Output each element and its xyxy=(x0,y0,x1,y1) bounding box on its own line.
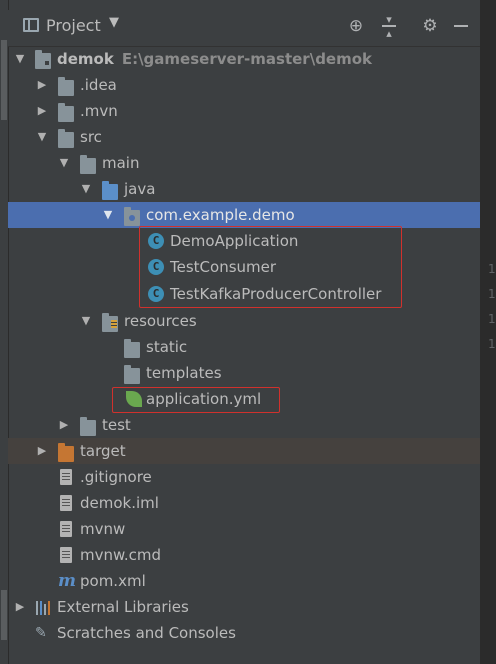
node-label: test xyxy=(102,416,131,434)
tree-node-src[interactable]: ▼ src xyxy=(8,124,480,150)
root-name: demok xyxy=(57,50,114,68)
locate-icon[interactable]: ⊕ xyxy=(344,14,368,38)
node-label: resources xyxy=(124,312,197,330)
node-label: Scratches and Consoles xyxy=(57,624,236,642)
tree-node-demok-iml[interactable]: demok.iml xyxy=(8,490,480,516)
node-label: pom.xml xyxy=(80,572,146,590)
project-panel-icon xyxy=(23,18,39,32)
tree-node-mvnw[interactable]: mvnw xyxy=(8,516,480,542)
node-label: demok.iml xyxy=(80,494,159,512)
tree-node-external-libraries[interactable]: ▶ External Libraries xyxy=(8,594,480,620)
expand-arrow-icon[interactable]: ▼ xyxy=(58,150,70,176)
node-label: java xyxy=(124,180,156,198)
line-number: 1 xyxy=(488,262,496,276)
collapsed-arrow-icon[interactable]: ▶ xyxy=(58,412,70,438)
file-icon xyxy=(60,521,72,537)
tree-node-resources[interactable]: ▼ resources xyxy=(8,308,480,334)
node-label: mvnw xyxy=(80,520,126,538)
line-number: 1 xyxy=(488,287,496,301)
expand-arrow-icon[interactable]: ▼ xyxy=(36,124,48,150)
node-label: src xyxy=(80,128,102,146)
resources-folder-icon xyxy=(102,313,118,332)
view-mode-dropdown[interactable]: ▼ xyxy=(109,15,119,30)
node-label: main xyxy=(102,154,140,172)
library-icon xyxy=(35,599,51,615)
excluded-folder-icon xyxy=(58,443,74,462)
tree-node-package[interactable]: ▼ com.example.demo xyxy=(8,202,480,228)
file-icon xyxy=(60,469,72,485)
panel-title[interactable]: Project xyxy=(46,16,101,35)
expand-arrow-icon[interactable]: ▼ xyxy=(102,202,114,228)
gear-icon[interactable]: ⚙ xyxy=(418,14,442,38)
node-label: com.example.demo xyxy=(146,206,295,224)
tree-node-templates[interactable]: templates xyxy=(8,360,480,386)
tree-node-test[interactable]: ▶ test xyxy=(8,412,480,438)
tree-node-java[interactable]: ▼ java xyxy=(8,176,480,202)
tree-node-static[interactable]: static xyxy=(8,334,480,360)
module-folder-icon xyxy=(35,50,51,69)
tree-node-mvnw-cmd[interactable]: mvnw.cmd xyxy=(8,542,480,568)
node-label: .gitignore xyxy=(80,468,152,486)
structure-tool-tab[interactable] xyxy=(1,590,7,640)
folder-icon xyxy=(124,365,140,384)
tree-node-idea[interactable]: ▶ .idea xyxy=(8,72,480,98)
expand-arrow-icon[interactable]: ▼ xyxy=(14,46,26,72)
node-label: templates xyxy=(146,364,222,382)
project-panel-header: Project ▼ ⊕ ▾ ▴ ⚙ xyxy=(8,10,480,47)
collapsed-arrow-icon[interactable]: ▶ xyxy=(14,594,26,620)
maven-icon: m xyxy=(58,571,76,591)
minimize-icon[interactable] xyxy=(449,14,473,38)
package-icon xyxy=(124,207,140,226)
folder-icon xyxy=(58,129,74,148)
folder-icon xyxy=(80,155,96,174)
highlight-box-classes xyxy=(139,226,402,308)
editor-edge: 1 1 1 1 xyxy=(480,0,496,664)
expand-arrow-icon[interactable]: ▼ xyxy=(80,308,92,334)
node-label: static xyxy=(146,338,188,356)
folder-icon xyxy=(80,417,96,436)
scratches-icon: ✎ xyxy=(35,625,47,641)
folder-icon xyxy=(58,77,74,96)
node-label: External Libraries xyxy=(57,598,189,616)
collapsed-arrow-icon[interactable]: ▶ xyxy=(36,98,48,124)
root-path: E:\gameserver-master\demok xyxy=(121,50,373,68)
tree-node-root[interactable]: ▼ demok E:\gameserver-master\demok xyxy=(8,46,480,72)
collapsed-arrow-icon[interactable]: ▶ xyxy=(36,72,48,98)
node-label: .idea xyxy=(80,76,117,94)
node-label: mvnw.cmd xyxy=(80,546,162,564)
expand-arrow-icon[interactable]: ▼ xyxy=(80,176,92,202)
tree-node-scratches[interactable]: ✎ Scratches and Consoles xyxy=(8,620,480,646)
iml-file-icon xyxy=(60,495,72,511)
node-label: target xyxy=(80,442,126,460)
folder-icon xyxy=(124,339,140,358)
tree-node-pom[interactable]: m pom.xml xyxy=(8,568,480,594)
folder-icon xyxy=(58,103,74,122)
collapsed-arrow-icon[interactable]: ▶ xyxy=(36,438,48,464)
project-tool-tab[interactable] xyxy=(1,40,7,120)
line-number: 1 xyxy=(488,312,496,326)
tree-node-gitignore[interactable]: .gitignore xyxy=(8,464,480,490)
tree-node-mvn[interactable]: ▶ .mvn xyxy=(8,98,480,124)
node-label: .mvn xyxy=(80,102,118,120)
collapse-icon[interactable]: ▾ ▴ xyxy=(377,13,401,40)
highlight-box-yml xyxy=(112,387,280,413)
tree-node-main[interactable]: ▼ main xyxy=(8,150,480,176)
tree-node-target[interactable]: ▶ target xyxy=(8,438,480,464)
source-folder-icon xyxy=(102,181,118,200)
file-icon xyxy=(60,547,72,563)
line-number: 1 xyxy=(488,337,496,351)
